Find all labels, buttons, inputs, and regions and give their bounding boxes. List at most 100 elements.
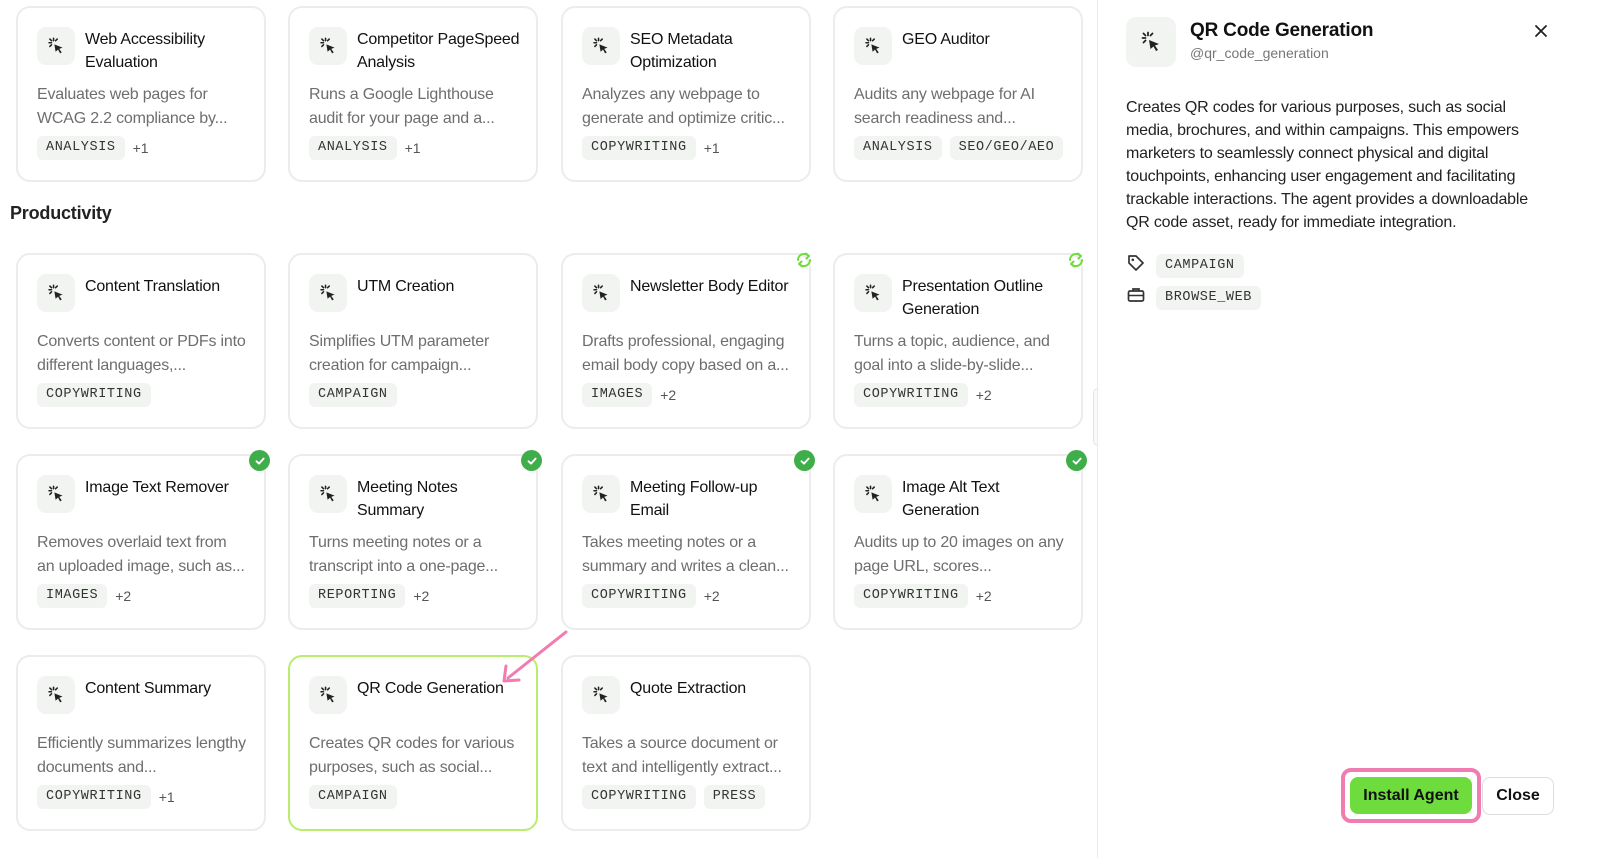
card-tags: COPYWRITING [37,383,151,407]
card-tags: IMAGES +2 [37,584,131,608]
agent-card[interactable]: Image Alt Text Generation Audits up to 20… [833,450,1087,630]
card-title: Meeting Follow-up Email [630,479,758,519]
check-icon [794,450,815,471]
card-title: Presentation Outline Generation [902,278,1043,318]
more-tags-count: +2 [975,588,992,604]
card-title: GEO Auditor [902,31,990,48]
card-tag: COPYWRITING [37,785,151,809]
card-title: Quote Extraction [630,680,746,697]
sparkle-cursor-icon [309,274,347,312]
more-tags-count: +2 [703,588,720,604]
card-title: Content Summary [85,680,211,697]
more-tags-count: +1 [703,140,720,156]
card-tags: ANALYSIS +1 [309,136,421,160]
card-tag: IMAGES [37,584,108,608]
sparkle-cursor-icon [37,475,75,513]
card-tag: CAMPAIGN [309,785,397,809]
card-tag: ANALYSIS [854,136,942,160]
more-tags-count: +1 [158,789,175,805]
card-tag: ANALYSIS [309,136,397,160]
agent-card[interactable]: Content Translation Converts content or P… [16,253,266,429]
agent-card[interactable]: Web Accessibility Evaluation Evaluates we… [16,6,266,182]
check-icon [1066,450,1087,471]
card-tags: REPORTING +2 [309,584,429,608]
close-icon[interactable] [1530,20,1552,42]
card-tag: CAMPAIGN [309,383,397,407]
agent-card[interactable]: Presentation Outline Generation Turns a t… [833,252,1084,429]
agent-card[interactable]: GEO Auditor Audits any webpage for AI sea… [833,6,1083,182]
agent-card[interactable]: Competitor PageSpeed Analysis Runs a Goog… [288,6,538,182]
sparkle-cursor-icon [854,27,892,65]
sparkle-cursor-icon [309,27,347,65]
agent-card[interactable]: Quote Extraction Takes a source document … [561,655,811,831]
more-tags-count: +2 [413,588,430,604]
card-description: Evaluates web pages for WCAG 2.2 complia… [37,86,228,127]
card-tags: CAMPAIGN [309,785,397,809]
agent-card[interactable]: Meeting Notes Summary Turns meeting notes… [288,450,542,630]
toolbox-icon [1126,285,1146,310]
more-tags-count: +2 [115,588,132,604]
panel-title: QR Code Generation [1190,20,1374,41]
card-title: Image Alt Text Generation [902,479,1000,519]
sparkle-cursor-icon [582,274,620,312]
card-description: Turns meeting notes or a transcript into… [309,534,498,575]
check-icon [249,450,270,471]
card-tags: COPYWRITING +1 [582,136,720,160]
sparkle-cursor-icon [37,27,75,65]
card-tag: IMAGES [582,383,653,407]
card-title: Web Accessibility Evaluation [85,31,205,71]
more-tags-count: +1 [404,140,421,156]
card-title: SEO Metadata Optimization [630,31,733,71]
card-tag: PRESS [703,785,766,809]
card-tags: COPYWRITING +2 [582,584,720,608]
agent-card[interactable]: SEO Metadata Optimization Analyzes any we… [561,6,811,182]
tag-icon [1126,253,1146,278]
card-tags: COPYWRITING +2 [854,584,992,608]
agent-card[interactable]: Meeting Follow-up Email Takes meeting not… [561,450,815,630]
category-tag: CAMPAIGN [1156,253,1244,278]
sync-icon [793,249,815,271]
card-description: Turns a topic, audience, and goal into a… [854,333,1050,374]
agent-card[interactable]: Newsletter Body Editor Drafts professiona… [561,252,812,429]
more-tags-count: +2 [660,387,677,403]
agent-card[interactable]: UTM Creation Simplifies UTM parameter cre… [288,253,538,429]
agent-card[interactable]: Image Text Remover Removes overlaid text … [16,450,270,630]
card-tag: SEO/GEO/AEO [949,136,1064,160]
annotation-arrow [502,630,568,683]
tool-tag: BROWSE_WEB [1156,285,1262,310]
close-button[interactable]: Close [1482,777,1554,815]
sparkle-cursor-icon [309,676,347,714]
panel-handle: @qr_code_generation [1190,45,1329,61]
card-tags: COPYWRITING +2 [854,383,992,407]
more-tags-count: +1 [132,140,149,156]
panel-description: Creates QR codes for various purposes, s… [1126,99,1528,231]
agent-detail-panel: QR Code Generation @qr_code_generation C… [1097,0,1600,858]
card-description: Drafts professional, engaging email body… [582,333,789,374]
card-tag: COPYWRITING [854,383,968,407]
card-title: Competitor PageSpeed Analysis [357,31,520,71]
card-description: Runs a Google Lighthouse audit for your … [309,86,495,127]
card-title: Content Translation [85,278,220,295]
card-tag: COPYWRITING [582,785,696,809]
card-description: Efficiently summarizes lengthy documents… [37,735,246,776]
sparkle-cursor-icon [37,676,75,714]
section-heading-productivity: Productivity [10,203,112,223]
card-tag: COPYWRITING [582,584,696,608]
more-tags-count: +2 [975,387,992,403]
card-tag: REPORTING [309,584,406,608]
sparkle-cursor-icon [854,475,892,513]
sparkle-cursor-icon [309,475,347,513]
sparkle-cursor-icon [582,676,620,714]
card-description: Creates QR codes for various purposes, s… [309,735,515,776]
agent-card[interactable]: Content Summary Efficiently summarizes le… [16,655,266,831]
card-tag: COPYWRITING [37,383,151,407]
sparkle-cursor-icon [854,274,892,312]
install-agent-button[interactable]: Install Agent [1350,777,1472,814]
card-title: UTM Creation [357,278,455,295]
card-description: Analyzes any webpage to generate and opt… [582,86,785,127]
card-title: Newsletter Body Editor [630,278,789,295]
card-description: Audits up to 20 images on any page URL, … [854,534,1064,575]
card-tags: COPYWRITING +1 [37,785,175,809]
category-row: CAMPAIGN [1126,253,1244,278]
card-tag: ANALYSIS [37,136,125,160]
